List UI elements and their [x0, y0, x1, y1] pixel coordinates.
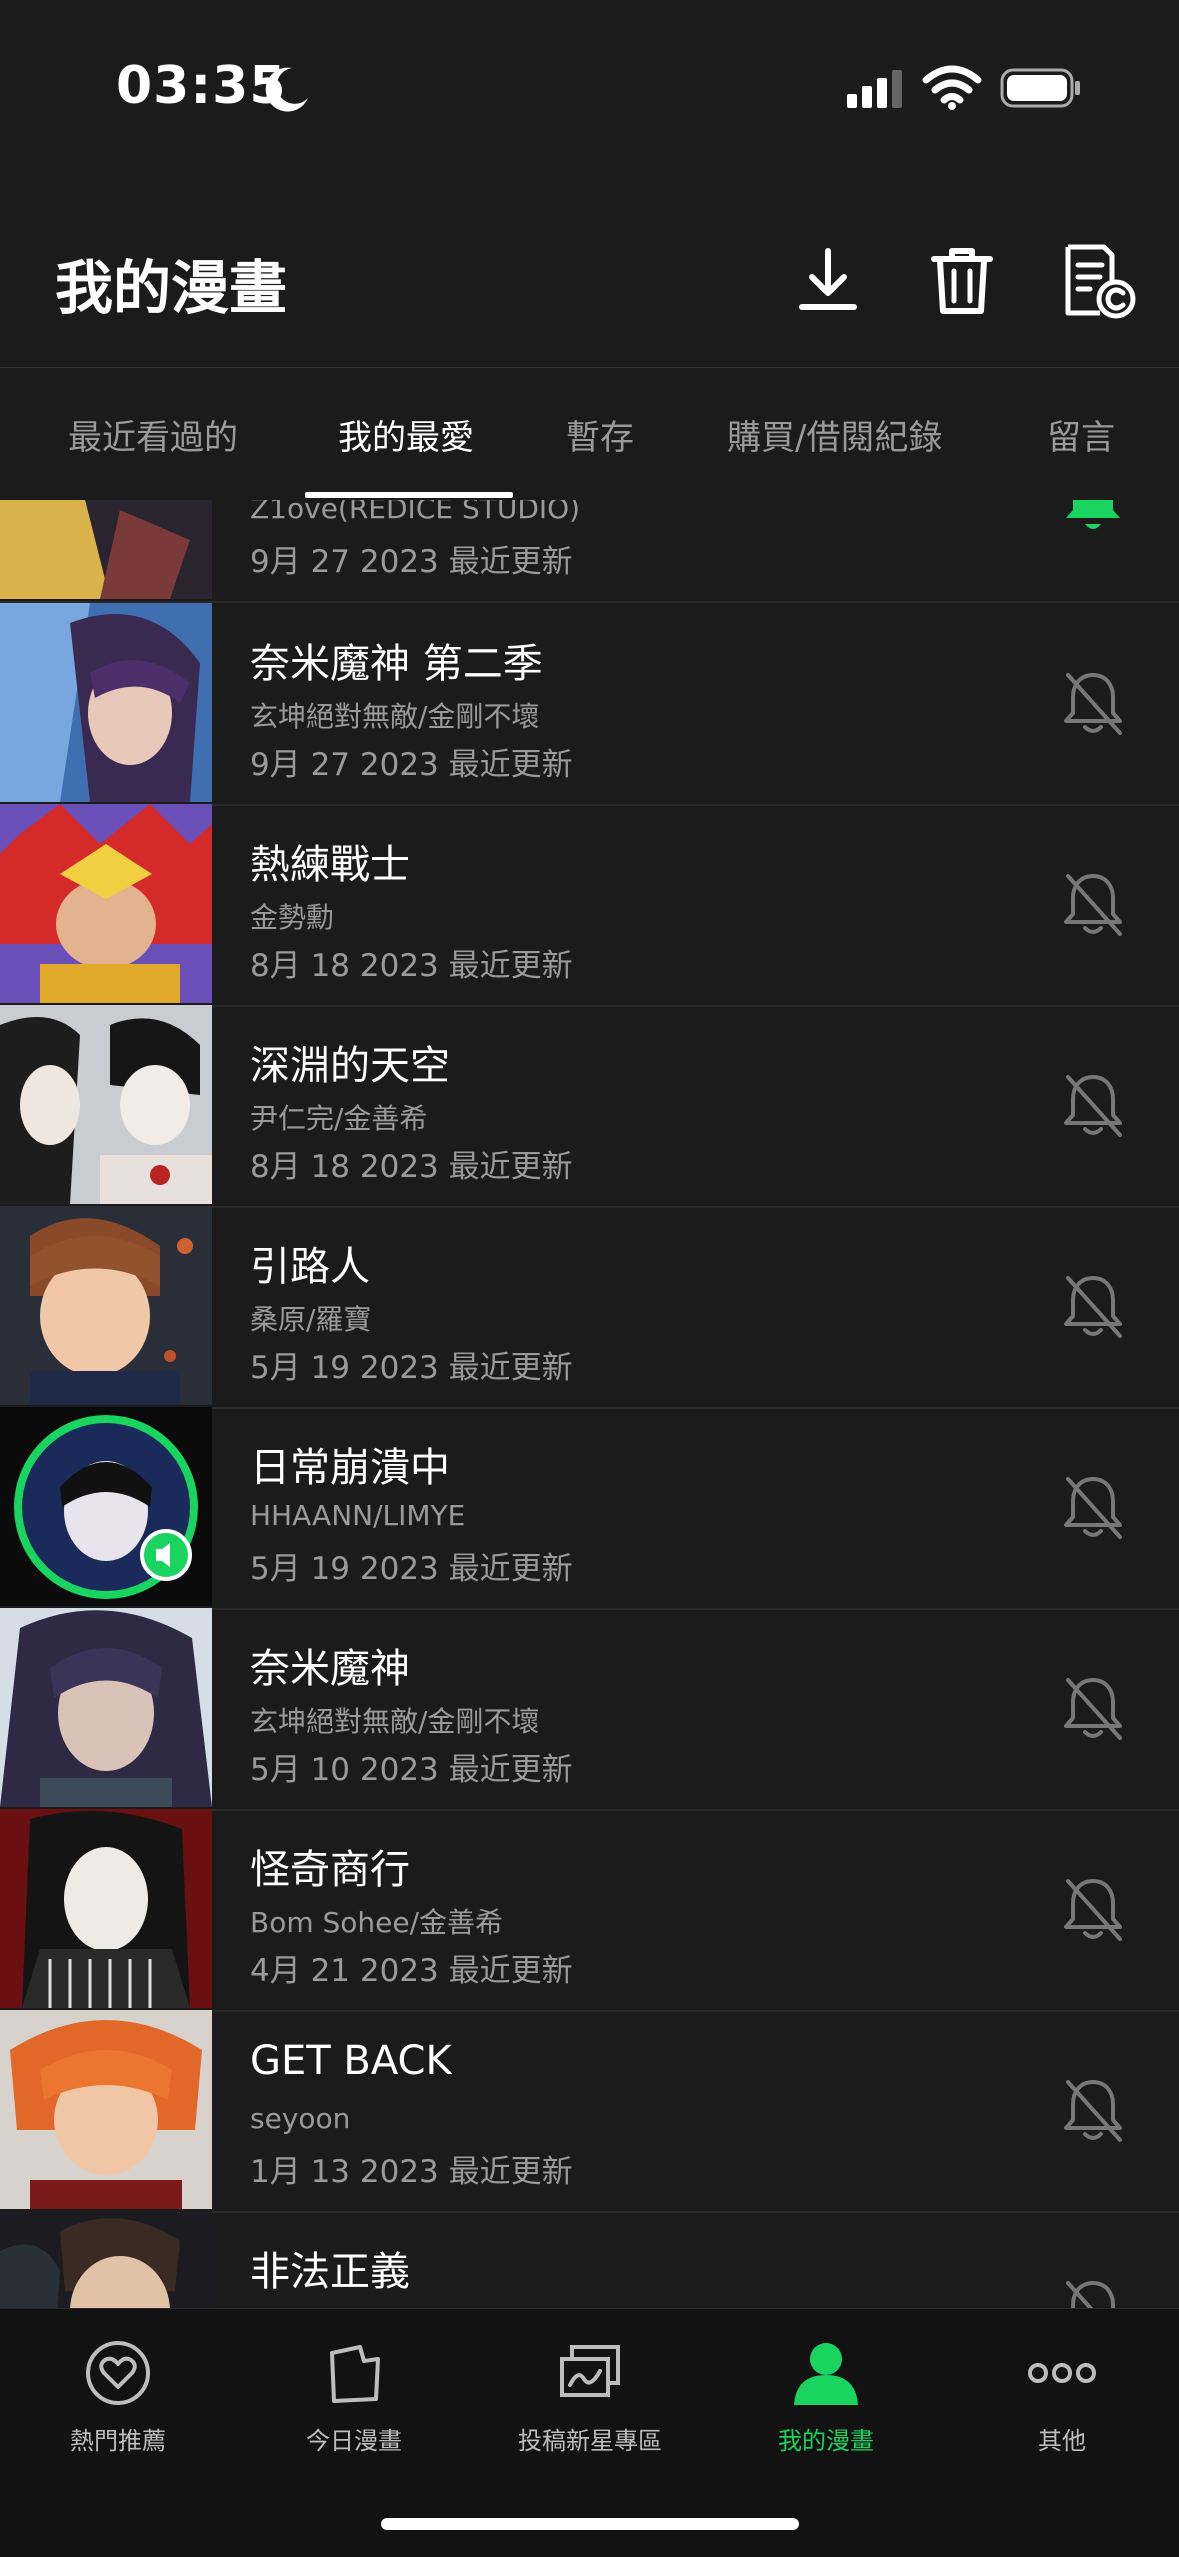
- purchase-history-icon[interactable]: [1060, 243, 1136, 319]
- page-title: 我的漫畫: [55, 254, 288, 322]
- home-indicator: [381, 2518, 799, 2530]
- tab-recently-viewed[interactable]: 最近看過的: [68, 410, 238, 459]
- bell-off-icon[interactable]: [1060, 1071, 1126, 1141]
- battery-icon: [1000, 68, 1080, 108]
- list-item[interactable]: 奈米魔神 第二季 玄坤絕對無敵/金剛不壞 9月 27 2023 最近更新: [0, 603, 1179, 806]
- bell-off-icon[interactable]: [1060, 1674, 1126, 1744]
- bell-off-icon[interactable]: [1060, 2277, 1126, 2308]
- comic-author: 金勢勳: [250, 901, 335, 934]
- list-item[interactable]: 日常崩潰中 HHAANN/LIMYE 5月 19 2023 最近更新: [0, 1407, 1179, 1610]
- comic-update-date: 5月 19 2023 最近更新: [250, 1551, 573, 1587]
- nav-today[interactable]: 今日漫畫: [236, 2309, 472, 2509]
- comic-thumbnail: [0, 2211, 212, 2308]
- nav-canvas[interactable]: 投稿新星專區: [472, 2309, 708, 2509]
- comic-title: 奈米魔神: [250, 1646, 410, 1692]
- status-time: 03:35: [116, 56, 287, 116]
- comic-author: HHAANN/LIMYE: [250, 1499, 466, 1532]
- pages-icon: [320, 2339, 388, 2407]
- comic-update-date: 8月 18 2023 最近更新: [250, 948, 573, 984]
- tab-saved[interactable]: 暫存: [566, 410, 634, 459]
- comic-update-date: 5月 19 2023 最近更新: [250, 1350, 573, 1386]
- comic-thumbnail: [0, 500, 212, 599]
- comic-update-date: 9月 27 2023 最近更新: [250, 544, 573, 580]
- comic-thumbnail: [0, 804, 212, 1003]
- nav-label: 其他: [1038, 2427, 1086, 2455]
- nav-label: 熱門推薦: [70, 2427, 166, 2455]
- bell-off-icon[interactable]: [1060, 1473, 1126, 1543]
- tab-comments[interactable]: 留言: [1047, 410, 1115, 459]
- nav-more[interactable]: 其他: [944, 2309, 1179, 2509]
- nav-popular[interactable]: 熱門推薦: [0, 2309, 236, 2509]
- comic-title: 怪奇商行: [250, 1847, 410, 1893]
- comic-thumbnail: [0, 1809, 212, 2008]
- app-header: 我的漫畫: [0, 175, 1179, 368]
- comic-title: 日常崩潰中: [250, 1445, 450, 1491]
- nav-label: 我的漫畫: [778, 2427, 874, 2455]
- canvas-icon: [556, 2339, 624, 2407]
- status-bar: 03:35: [0, 0, 1179, 175]
- list-item[interactable]: 深淵的天空 尹仁完/金善希 8月 18 2023 最近更新: [0, 1005, 1179, 1208]
- comic-update-date: 9月 27 2023 最近更新: [250, 747, 573, 783]
- bell-off-icon[interactable]: [1060, 1272, 1126, 1342]
- comic-title: 熱練戰士: [250, 842, 410, 888]
- comic-update-date: 8月 18 2023 最近更新: [250, 1149, 573, 1185]
- favorites-list[interactable]: Z1ove(REDICE STUDIO) 9月 27 2023 最近更新 奈米魔…: [0, 500, 1179, 2308]
- bell-off-icon[interactable]: [1060, 1875, 1126, 1945]
- comic-thumbnail: [0, 1206, 212, 1405]
- trash-icon[interactable]: [924, 243, 1000, 319]
- cellular-signal-icon: [847, 70, 902, 108]
- comic-author: 玄坤絕對無敵/金剛不壞: [250, 1705, 540, 1738]
- comic-title: 深淵的天空: [250, 1043, 450, 1089]
- comic-update-date: 4月 21 2023 最近更新: [250, 1953, 573, 1989]
- comic-thumbnail: [0, 1407, 212, 1606]
- comic-author: 玄坤絕對無敵/金剛不壞: [250, 700, 540, 733]
- comic-title: 奈米魔神 第二季: [250, 641, 543, 687]
- tab-favorites[interactable]: 我的最愛: [338, 410, 474, 459]
- comic-author: 尹仁完/金善希: [250, 1102, 428, 1135]
- comic-thumbnail: [0, 603, 212, 802]
- nav-label: 今日漫畫: [306, 2427, 402, 2455]
- list-item[interactable]: 奈米魔神 玄坤絕對無敵/金剛不壞 5月 10 2023 最近更新: [0, 1608, 1179, 1811]
- comic-update-date: 1月 13 2023 最近更新: [250, 2154, 573, 2190]
- comic-title: 非法正義: [250, 2249, 410, 2295]
- list-item[interactable]: Z1ove(REDICE STUDIO) 9月 27 2023 最近更新: [0, 500, 1179, 603]
- comic-update-date: 5月 10 2023 最近更新: [250, 1752, 573, 1788]
- list-item[interactable]: GET BACK seyoon 1月 13 2023 最近更新: [0, 2010, 1179, 2213]
- more-icon: [1028, 2339, 1096, 2407]
- tab-bar: 最近看過的 我的最愛 暫存 購買/借閱紀錄 留言: [0, 368, 1179, 501]
- comic-thumbnail: [0, 2010, 212, 2209]
- comic-thumbnail: [0, 1005, 212, 1204]
- download-icon[interactable]: [790, 243, 866, 319]
- bell-off-icon[interactable]: [1060, 669, 1126, 739]
- wifi-icon: [922, 65, 982, 110]
- bell-off-icon[interactable]: [1060, 2076, 1126, 2146]
- comic-thumbnail: [0, 1608, 212, 1807]
- bell-off-icon[interactable]: [1060, 870, 1126, 940]
- active-tab-indicator: [305, 492, 513, 498]
- list-item[interactable]: 引路人 桑原/羅寶 5月 19 2023 最近更新: [0, 1206, 1179, 1409]
- comic-author: 桑原/羅寶: [250, 1303, 372, 1336]
- nav-label: 投稿新星專區: [518, 2427, 662, 2455]
- comic-title: GET BACK: [250, 2038, 452, 2084]
- comic-author: seyoon: [250, 2102, 351, 2135]
- nav-my-comics[interactable]: 我的漫畫: [708, 2309, 944, 2509]
- heart-icon: [84, 2339, 152, 2407]
- person-icon: [792, 2339, 860, 2407]
- bell-on-icon[interactable]: [1060, 500, 1126, 536]
- list-item[interactable]: 熱練戰士 金勢勳 8月 18 2023 最近更新: [0, 804, 1179, 1007]
- comic-author: Z1ove(REDICE STUDIO): [250, 500, 581, 525]
- tab-purchase-history[interactable]: 購買/借閱紀錄: [727, 410, 942, 459]
- comic-author: Bom Sohee/金善希: [250, 1906, 504, 1939]
- comic-title: 引路人: [250, 1244, 370, 1290]
- list-item[interactable]: 怪奇商行 Bom Sohee/金善希 4月 21 2023 最近更新: [0, 1809, 1179, 2012]
- list-item[interactable]: 非法正義: [0, 2211, 1179, 2308]
- moon-icon: [265, 67, 308, 112]
